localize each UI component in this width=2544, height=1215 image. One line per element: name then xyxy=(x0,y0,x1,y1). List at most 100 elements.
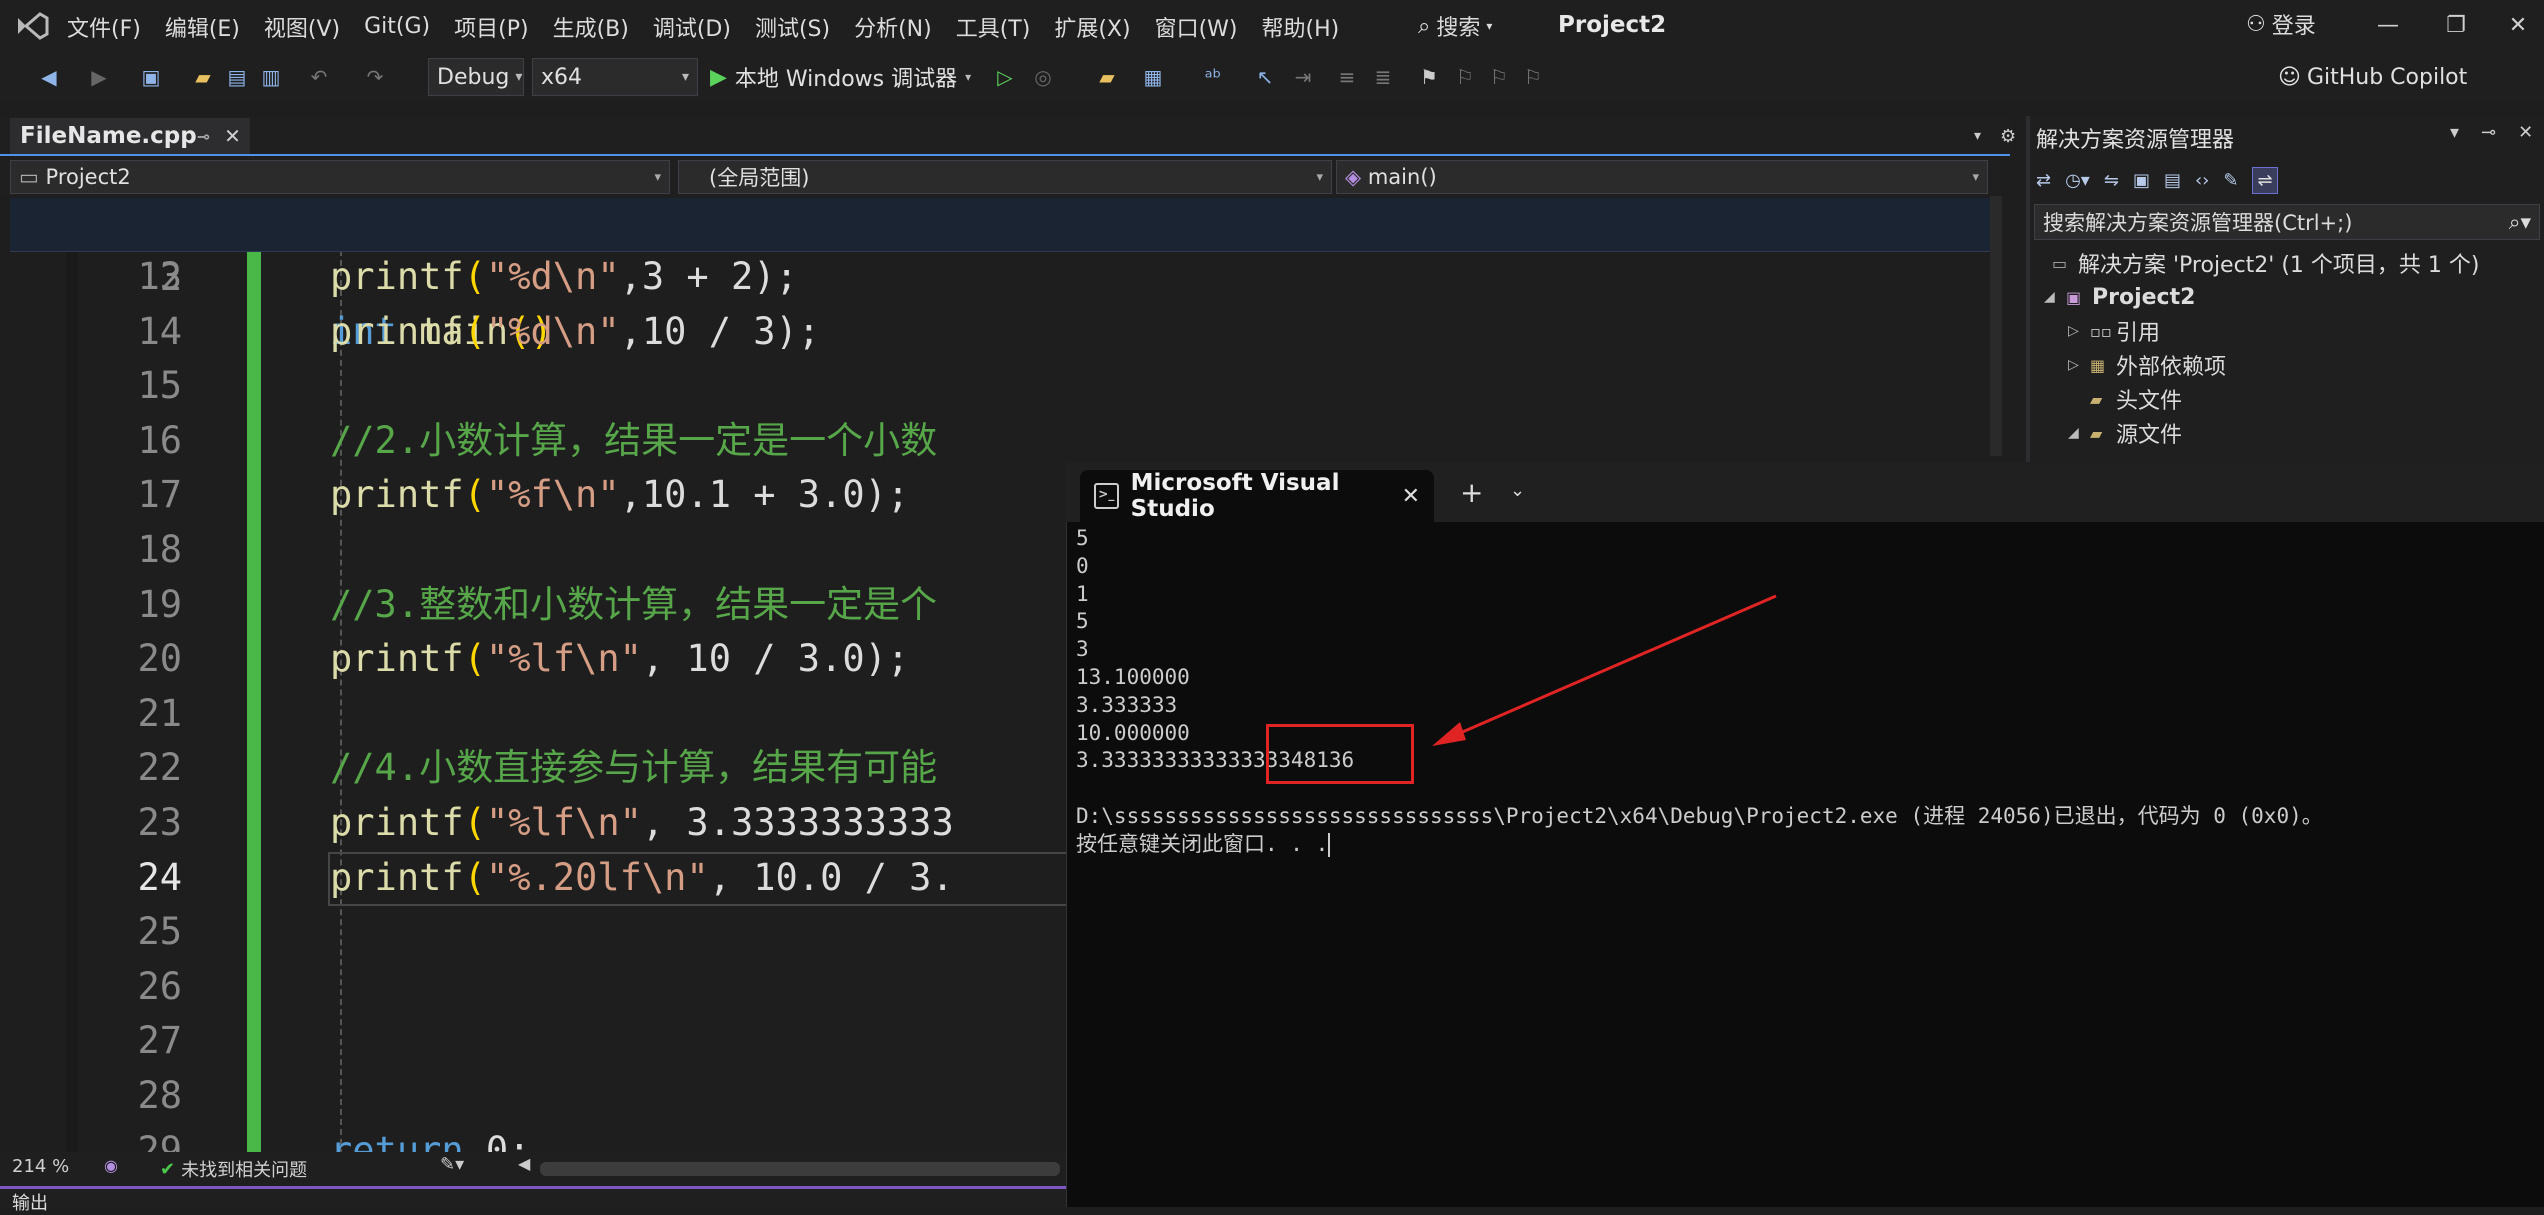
menu-test[interactable]: 测试(S) xyxy=(743,11,842,43)
show-all-icon[interactable]: ▤ xyxy=(2164,170,2181,191)
project-icon: ▣ xyxy=(2066,288,2082,307)
menu-view[interactable]: 视图(V) xyxy=(252,11,352,43)
indent-icon[interactable]: ⇥ xyxy=(1290,64,1316,90)
folder-icon[interactable]: ▰ xyxy=(1094,64,1120,90)
search-button[interactable]: ⌕ 搜索 ▾ xyxy=(1418,8,1492,44)
console-tab[interactable]: >_ Microsoft Visual Studio ✕ xyxy=(1080,470,1434,522)
run-label: 本地 Windows 调试器 xyxy=(734,67,958,92)
login-button[interactable]: ⚇ 登录 xyxy=(2246,8,2316,40)
gear-icon[interactable]: ⚙ xyxy=(2000,126,2016,147)
tree-item-solution[interactable]: ▭ 解决方案 'Project2' (1 个项目，共 1 个) xyxy=(2052,246,2480,280)
pin-icon[interactable]: ⊸ xyxy=(197,127,210,146)
uncomment-icon[interactable]: ≣ xyxy=(1370,64,1396,90)
tree-item-references[interactable]: ▷ ▫▫ 引用 xyxy=(2068,314,2160,348)
menu-analyze[interactable]: 分析(N) xyxy=(842,11,944,43)
restore-button[interactable]: ❐ xyxy=(2436,8,2476,44)
next-bookmark-icon[interactable]: ⚐ xyxy=(1486,64,1512,90)
copilot-status-icon[interactable]: ◉ xyxy=(104,1156,118,1175)
sync-icon[interactable]: ⇋ xyxy=(2104,170,2119,191)
caret-right-icon[interactable]: ▷ xyxy=(2068,357,2082,373)
vertical-scrollbar[interactable] xyxy=(1990,196,2002,456)
code-icon[interactable]: ‹› xyxy=(2195,170,2209,191)
output-panel-tab[interactable]: 输出 xyxy=(0,1186,1066,1214)
tree-item-source-files[interactable]: ◢ ▰ 源文件 xyxy=(2068,416,2182,450)
redo-icon[interactable]: ↷ xyxy=(362,64,388,90)
save-icon[interactable]: ▤ xyxy=(224,64,250,90)
caret-down-icon[interactable]: ◢ xyxy=(2044,289,2058,305)
tree-item-header-files[interactable]: ▰ 头文件 xyxy=(2090,382,2182,416)
chevron-down-icon[interactable]: ▾ xyxy=(2450,122,2459,143)
chevron-down-icon[interactable]: ⌄ xyxy=(1510,480,1525,501)
console-line-text: 3.333333 xyxy=(1076,692,1178,717)
bookmark-icon[interactable]: ⚑ xyxy=(1416,64,1442,90)
console-line: 10.000000 xyxy=(1076,719,1190,747)
start-debugging-button[interactable]: ▶ 本地 Windows 调试器 ▾ xyxy=(710,58,971,96)
menu-extensions[interactable]: 扩展(X) xyxy=(1042,11,1142,43)
comment-icon[interactable]: ≡ xyxy=(1334,64,1360,90)
function-name: printf xyxy=(330,309,464,353)
close-icon[interactable]: ✕ xyxy=(1402,484,1420,509)
file-tab[interactable]: FileName.cpp ⊸ ✕ xyxy=(10,118,250,154)
wrench-icon[interactable]: ✎ xyxy=(2223,170,2238,191)
caret-right-icon[interactable]: ▷ xyxy=(2068,323,2082,339)
switch-view-icon[interactable]: ⇄ xyxy=(2036,170,2051,191)
spellcheck-icon[interactable]: ᵃᵇ xyxy=(1200,64,1226,90)
history-icon[interactable]: ◷▾ xyxy=(2065,170,2090,191)
brush-icon[interactable]: ✎▾ xyxy=(440,1154,464,1175)
menu-debug[interactable]: 调试(D) xyxy=(641,11,743,43)
terminal-icon: >_ xyxy=(1094,483,1119,509)
visual-studio-logo-icon[interactable] xyxy=(14,12,50,40)
undo-icon[interactable]: ↶ xyxy=(306,64,332,90)
nav-scope-select[interactable]: (全局范围) ▾ xyxy=(678,160,1332,194)
menu-edit[interactable]: 编辑(E) xyxy=(153,11,252,43)
user-icon: ⚇ xyxy=(2246,11,2266,37)
horizontal-scrollbar[interactable] xyxy=(540,1162,1060,1176)
tree-item-label: 外部依赖项 xyxy=(2116,355,2227,380)
close-button[interactable]: ✕ xyxy=(2498,8,2538,44)
menu-build[interactable]: 生成(B) xyxy=(541,11,641,43)
check-circle-icon: ✔ xyxy=(160,1158,176,1180)
minimize-button[interactable]: — xyxy=(2368,8,2408,44)
copilot-button[interactable]: ☺ GitHub Copilot xyxy=(2278,58,2467,96)
open-folder-icon[interactable]: ▰ xyxy=(190,64,216,90)
forward-icon[interactable]: ▶ xyxy=(86,64,112,90)
code-text: //3.整数和小数计算，结果一定是个 xyxy=(330,578,937,632)
menu-file[interactable]: 文件(F) xyxy=(55,11,153,43)
line-number: 24 xyxy=(137,855,182,899)
close-icon[interactable]: ✕ xyxy=(2518,122,2533,143)
new-project-icon[interactable]: ▣ xyxy=(138,64,164,90)
pin-icon[interactable]: ⊸ xyxy=(2481,122,2496,143)
menu-tools[interactable]: 工具(T) xyxy=(944,11,1043,43)
back-icon[interactable]: ◀ xyxy=(36,64,62,90)
attach-icon[interactable]: ◎ xyxy=(1030,64,1056,90)
layout-icon[interactable]: ▦ xyxy=(1140,64,1166,90)
new-tab-button[interactable]: + xyxy=(1460,476,1483,509)
tree-item-label: Project2 xyxy=(2092,284,2196,310)
cursor-icon[interactable]: ↖ xyxy=(1252,64,1278,90)
preview-icon[interactable]: ⇌ xyxy=(2252,166,2278,194)
tree-item-project[interactable]: ◢ ▣ Project2 xyxy=(2044,280,2195,314)
tab-overflow-icon[interactable]: ▾ xyxy=(1974,128,1981,144)
menu-git[interactable]: Git(G) xyxy=(352,14,442,39)
save-all-icon[interactable]: ▥ xyxy=(258,64,284,90)
start-without-debugging-icon[interactable]: ▷ xyxy=(992,64,1018,90)
menu-help[interactable]: 帮助(H) xyxy=(1249,11,1351,43)
platform-select[interactable]: x64 ▾ xyxy=(532,58,698,96)
close-icon[interactable]: ✕ xyxy=(224,124,241,148)
prev-bookmark-icon[interactable]: ⚐ xyxy=(1452,64,1478,90)
caret-down-icon[interactable]: ◢ xyxy=(2068,425,2082,441)
tree-item-external-deps[interactable]: ▷ ▦ 外部依赖项 xyxy=(2068,348,2226,382)
solution-search-input[interactable]: 搜索解决方案资源管理器(Ctrl+;) ⌕▾ xyxy=(2034,204,2540,240)
clear-bookmark-icon[interactable]: ⚐ xyxy=(1520,64,1546,90)
menu-window[interactable]: 窗口(W) xyxy=(1143,11,1250,43)
config-select[interactable]: Debug ▾ xyxy=(428,58,524,96)
collapse-icon[interactable]: ▣ xyxy=(2133,170,2150,191)
nav-project-select[interactable]: ▭ Project2 ▾ xyxy=(10,160,670,194)
nav-member-select[interactable]: ◈ main() ▾ xyxy=(1336,160,1988,194)
scroll-left-icon[interactable]: ◀ xyxy=(518,1154,530,1173)
play-icon: ▶ xyxy=(710,64,727,90)
solution-explorer-title-buttons: ▾ ⊸ ✕ xyxy=(2450,122,2533,143)
zoom-level[interactable]: 214 % xyxy=(12,1156,69,1177)
issues-indicator[interactable]: ✔ 未找到相关问题 xyxy=(160,1156,307,1182)
menu-project[interactable]: 项目(P) xyxy=(442,11,540,43)
